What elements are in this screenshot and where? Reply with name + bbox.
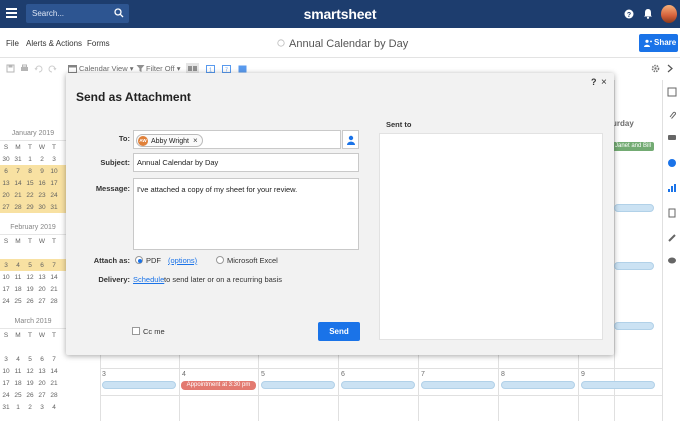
chat-icon[interactable]: [667, 256, 677, 266]
menu-bar: File Alerts & Actions Forms Annual Calen…: [0, 28, 680, 58]
recipient-avatar: AW: [138, 136, 148, 146]
recipient-chip[interactable]: AW Abby Wright ×: [136, 134, 203, 147]
pdf-options-link[interactable]: (options): [168, 256, 197, 265]
close-icon[interactable]: ×: [601, 77, 607, 88]
pdf-label: PDF: [146, 256, 161, 265]
menu-alerts-actions[interactable]: Alerts & Actions: [26, 39, 82, 48]
message-label: Message:: [95, 184, 130, 193]
message-field[interactable]: I've attached a copy of my sheet for you…: [133, 178, 359, 250]
person-icon: [347, 135, 355, 145]
to-field[interactable]: AW Abby Wright ×: [133, 130, 341, 149]
share-button[interactable]: Share: [639, 34, 678, 52]
sent-to-label: Sent to: [386, 120, 412, 129]
share-people-icon: [644, 39, 652, 47]
attachment-icon[interactable]: [667, 110, 677, 120]
top-bar: Search... smartsheet ?: [0, 0, 680, 28]
send-as-attachment-dialog: Send as Attachment ? × To: AW Abby Wrigh…: [66, 73, 614, 355]
brand-logo: smartsheet: [303, 6, 377, 22]
sent-to-panel: [379, 133, 603, 340]
menu-file[interactable]: File: [6, 39, 19, 48]
schedule-link[interactable]: Schedule: [133, 275, 164, 284]
to-label: To:: [118, 134, 130, 143]
delivery-label: Delivery:: [98, 275, 130, 284]
cc-me-checkbox[interactable]: [132, 327, 140, 335]
comments-icon[interactable]: [667, 133, 677, 143]
subject-field[interactable]: Annual Calendar by Day: [133, 153, 359, 172]
favorite-star-icon[interactable]: [277, 39, 285, 47]
send-button[interactable]: Send: [318, 322, 360, 341]
remove-recipient-icon[interactable]: ×: [193, 136, 198, 145]
panel-icon[interactable]: [667, 87, 677, 97]
pdf-radio[interactable]: [135, 256, 143, 264]
delivery-text: to send later or on a recurring basis: [164, 275, 282, 284]
excel-label: Microsoft Excel: [227, 256, 278, 265]
user-avatar[interactable]: [661, 5, 677, 23]
cc-me-label: Cc me: [143, 327, 165, 336]
contact-picker-button[interactable]: [342, 130, 359, 149]
publish-globe-icon[interactable]: [667, 158, 677, 168]
bell-icon[interactable]: [643, 8, 653, 19]
sheet-title[interactable]: Annual Calendar by Day: [289, 38, 408, 50]
share-label: Share: [654, 38, 677, 47]
excel-radio[interactable]: [216, 256, 224, 264]
dialog-title: Send as Attachment: [76, 90, 191, 104]
activity-log-icon[interactable]: [667, 183, 677, 193]
help-icon[interactable]: ?: [591, 77, 597, 87]
summary-icon[interactable]: [667, 208, 677, 218]
help-icon[interactable]: ?: [624, 9, 634, 19]
svg-text:?: ?: [627, 12, 631, 19]
right-rail: [662, 80, 680, 421]
connector-icon[interactable]: [667, 233, 677, 243]
recipient-name: Abby Wright: [151, 138, 189, 145]
message-value: I've attached a copy of my sheet for you…: [137, 185, 298, 194]
collapse-chevron-icon[interactable]: [665, 64, 674, 73]
subject-value: Annual Calendar by Day: [137, 158, 219, 167]
subject-label: Subject:: [100, 158, 130, 167]
menu-forms[interactable]: Forms: [87, 39, 110, 48]
attach-as-label: Attach as:: [93, 256, 130, 265]
